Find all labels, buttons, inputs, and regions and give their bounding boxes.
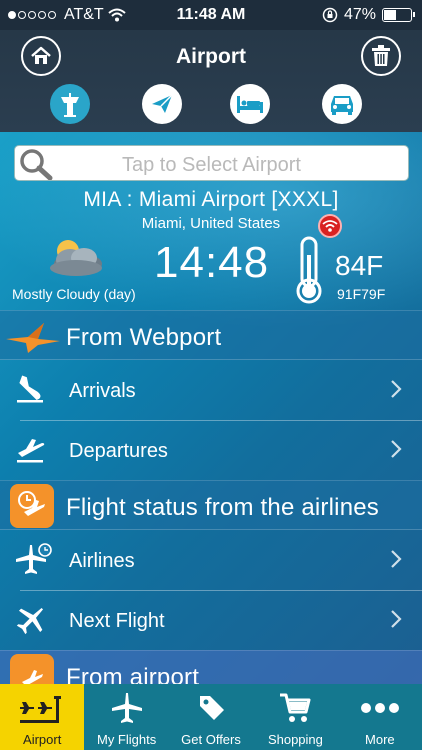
from-airport-badge-icon — [10, 654, 54, 684]
tab-bar-my-flights[interactable]: My Flights — [84, 684, 168, 750]
airport-city: Miami, United States — [141, 215, 281, 232]
airline-clock-icon — [16, 543, 52, 574]
airport-search-input[interactable]: Tap to Select Airport — [14, 145, 409, 181]
control-tower-icon — [61, 93, 79, 117]
webport-bird-icon — [6, 323, 60, 353]
delete-button[interactable] — [361, 36, 401, 76]
cloudy-weather-icon — [50, 240, 102, 276]
current-temperature: 84F — [335, 250, 384, 281]
plane-icon — [111, 693, 142, 723]
temperature-range: 91F79F — [337, 286, 386, 302]
tab-bar-more-label: More — [365, 732, 395, 747]
app-header: Airport — [0, 30, 422, 132]
arrival-plane-icon — [17, 375, 43, 403]
tab-bar-shopping-label: Shopping — [267, 732, 323, 747]
section-airlines-header: Flight status from the airlines — [0, 480, 422, 530]
battery-percent: 47% — [343, 6, 376, 23]
section-from-airport-header: From airport — [0, 650, 422, 684]
chevron-right-icon — [391, 610, 402, 628]
tab-bar-airport[interactable]: Airport — [0, 684, 85, 750]
status-bar: AT&T 11:48 AM 47% — [0, 0, 422, 30]
tab-bar-my-flights-label: My Flights — [96, 732, 157, 747]
next-flight-icon — [16, 607, 44, 635]
section-from-airport-label: From airport — [66, 664, 200, 684]
tab-hotels[interactable] — [230, 84, 270, 124]
weather-condition: Mostly Cloudy (day) — [12, 286, 136, 302]
tab-bar-airport-label: Airport — [23, 732, 62, 747]
tab-bar-more[interactable]: More — [338, 684, 422, 750]
row-next-flight-label: Next Flight — [69, 610, 165, 632]
row-departures[interactable]: Departures — [0, 421, 422, 481]
chevron-right-icon — [391, 550, 402, 568]
chevron-right-icon — [391, 440, 402, 458]
row-airlines-label: Airlines — [69, 550, 135, 572]
paper-plane-icon — [152, 94, 173, 113]
row-airlines[interactable]: Airlines — [0, 531, 422, 591]
tab-bar-shopping[interactable]: Shopping — [253, 684, 337, 750]
status-right: 47% — [322, 6, 415, 24]
tab-airport[interactable] — [50, 84, 90, 124]
bottom-tab-bar: Airport My Flights Get Offers Shopping M… — [0, 684, 422, 750]
trash-icon — [372, 45, 390, 66]
departure-plane-icon — [17, 439, 45, 463]
main-content: Tap to Select Airport MIA : Miami Airpor… — [0, 132, 422, 684]
more-dots-icon — [360, 703, 399, 713]
tab-cars[interactable] — [322, 84, 362, 124]
local-time: 14:48 — [154, 238, 270, 287]
section-webport-header: From Webport — [0, 310, 422, 360]
tab-bar-get-offers[interactable]: Get Offers — [169, 684, 253, 750]
section-airlines-label: Flight status from the airlines — [66, 494, 379, 521]
search-placeholder: Tap to Select Airport — [122, 154, 301, 176]
row-arrivals[interactable]: Arrivals — [0, 361, 422, 421]
row-next-flight[interactable]: Next Flight — [0, 591, 422, 651]
battery-icon — [382, 8, 415, 22]
airport-name: MIA : Miami Airport [XXXL] — [83, 188, 339, 211]
row-departures-label: Departures — [69, 440, 168, 462]
airport-icon — [20, 696, 62, 723]
tag-icon — [200, 696, 225, 720]
chevron-right-icon — [391, 380, 402, 398]
page-title: Airport — [176, 45, 246, 68]
tab-bar-get-offers-label: Get Offers — [181, 732, 241, 747]
car-icon — [331, 96, 353, 115]
rotation-lock-icon — [322, 7, 338, 23]
tab-flights[interactable] — [142, 84, 182, 124]
hotel-bed-icon — [237, 96, 263, 113]
row-arrivals-label: Arrivals — [69, 380, 136, 402]
cart-icon — [280, 693, 311, 722]
thermometer-icon — [296, 236, 322, 304]
flight-status-badge-icon — [10, 484, 54, 528]
section-webport-label: From Webport — [66, 324, 222, 351]
